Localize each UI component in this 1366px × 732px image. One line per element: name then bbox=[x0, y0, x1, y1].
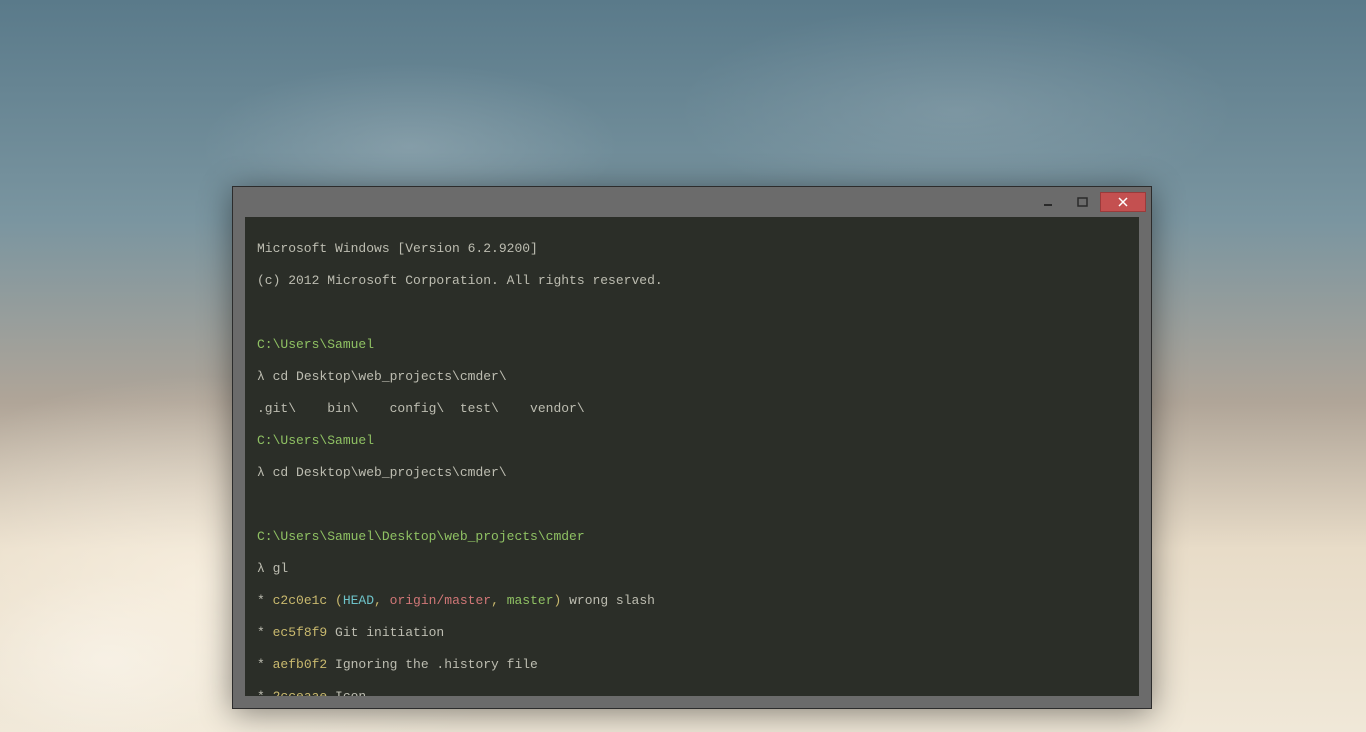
minimize-button[interactable] bbox=[1032, 191, 1066, 213]
log-line: * c2c0e1c (HEAD, origin/master, master) … bbox=[257, 593, 1127, 609]
log-line: * aefb0f2 Ignoring the .history file bbox=[257, 657, 1127, 673]
close-button[interactable] bbox=[1100, 192, 1146, 212]
terminal-window: Microsoft Windows [Version 6.2.9200] (c)… bbox=[232, 186, 1152, 709]
blank-line bbox=[257, 497, 1127, 513]
prompt-lambda: λ bbox=[257, 465, 265, 480]
prompt-lambda: λ bbox=[257, 561, 265, 576]
version-line: Microsoft Windows [Version 6.2.9200] bbox=[257, 241, 1127, 257]
blank-line bbox=[257, 305, 1127, 321]
cmd-text: cd Desktop\web_projects\cmder\ bbox=[265, 465, 507, 480]
cmd-text: cd Desktop\web_projects\cmder\ bbox=[265, 369, 507, 384]
cmd-text: gl bbox=[265, 561, 288, 576]
copyright-line: (c) 2012 Microsoft Corporation. All righ… bbox=[257, 273, 1127, 289]
prompt-path: C:\Users\Samuel\Desktop\web_projects\cmd… bbox=[257, 529, 585, 544]
log-line: * ec5f8f9 Git initiation bbox=[257, 625, 1127, 641]
log-line: * 2cceaae Icon bbox=[257, 689, 1127, 696]
prompt-path: C:\Users\Samuel bbox=[257, 433, 374, 448]
prompt-lambda: λ bbox=[257, 369, 265, 384]
window-titlebar[interactable] bbox=[233, 187, 1151, 217]
terminal-output[interactable]: Microsoft Windows [Version 6.2.9200] (c)… bbox=[245, 217, 1139, 696]
dir-listing: .git\ bin\ config\ test\ vendor\ bbox=[257, 401, 1127, 417]
maximize-button[interactable] bbox=[1066, 191, 1100, 213]
prompt-path: C:\Users\Samuel bbox=[257, 337, 374, 352]
